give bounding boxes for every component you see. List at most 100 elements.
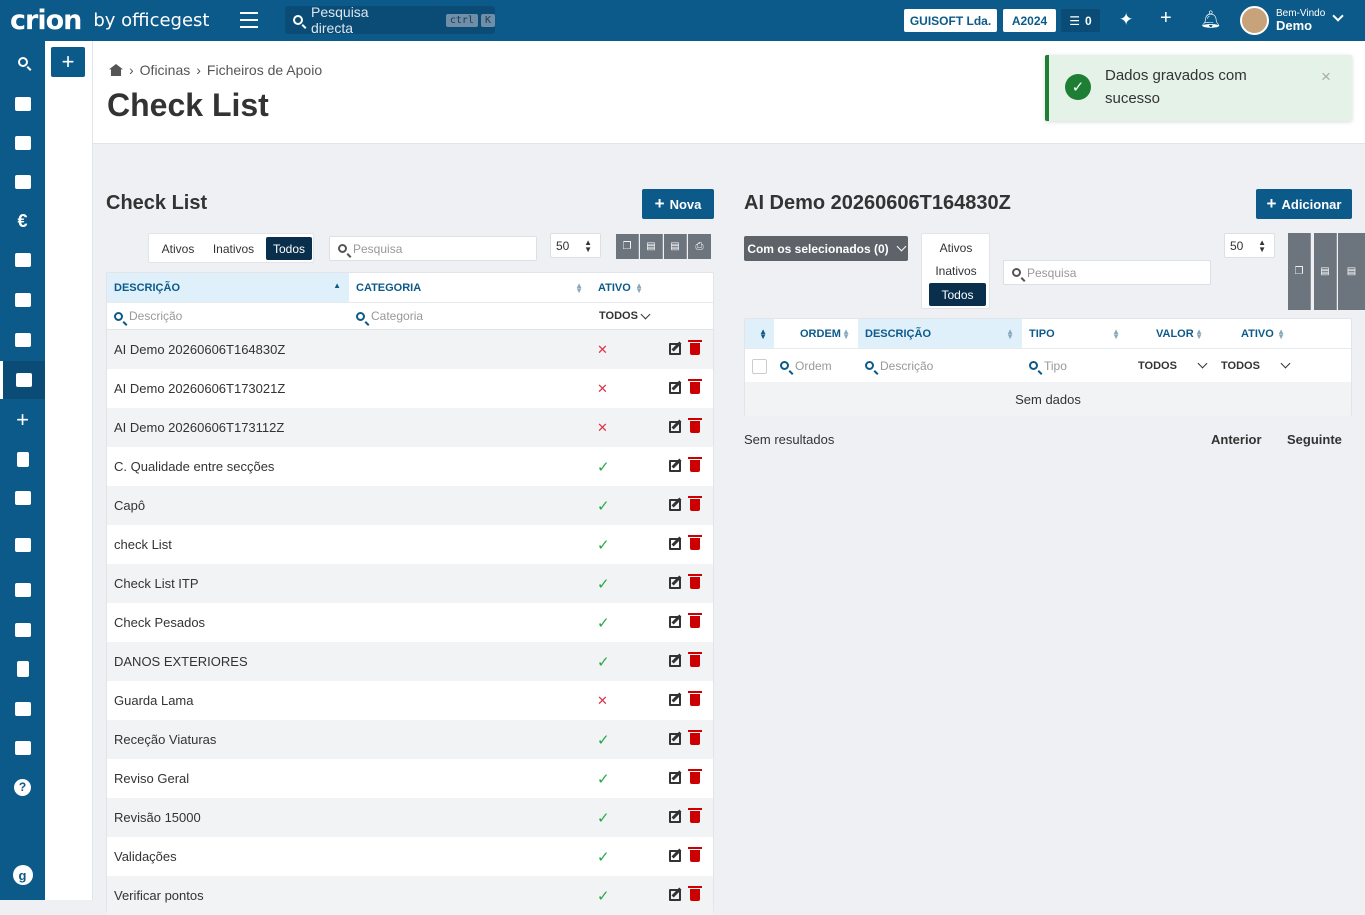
user-menu[interactable]: Bem-Vindo Demo <box>1276 8 1325 32</box>
select-all-checkbox[interactable] <box>752 359 767 374</box>
filter-type-input[interactable]: Tipo <box>1022 349 1128 382</box>
copy-button[interactable]: ❐ <box>616 234 639 259</box>
sidebar-files[interactable] <box>0 650 45 688</box>
avatar[interactable] <box>1240 6 1269 35</box>
detail-filter-all[interactable]: Todos <box>929 283 986 306</box>
trash-icon[interactable] <box>688 379 702 394</box>
year-button[interactable]: A2024 <box>1003 9 1056 32</box>
sidebar-reports[interactable] <box>0 611 45 649</box>
trash-icon[interactable] <box>688 886 702 901</box>
sidebar-brand[interactable]: g <box>0 856 45 894</box>
sidebar-search[interactable] <box>0 43 45 81</box>
right-search-input[interactable]: Pesquisa <box>1003 260 1211 285</box>
filter-category-input[interactable]: Categoria <box>349 303 591 330</box>
edit-icon[interactable] <box>669 499 681 511</box>
bell-icon[interactable]: 🔔︎ <box>1200 11 1222 29</box>
ai-sparkle-icon[interactable]: ✦ <box>1119 11 1133 29</box>
edit-icon[interactable] <box>669 850 681 862</box>
edit-icon[interactable] <box>669 772 681 784</box>
sidebar-calculator[interactable] <box>0 440 45 478</box>
left-search-input[interactable]: Pesquisa <box>329 236 537 261</box>
bulk-action-dropdown[interactable]: Com os selecionados (0) <box>744 236 908 261</box>
edit-icon[interactable] <box>669 343 681 355</box>
edit-icon[interactable] <box>669 811 681 823</box>
trash-icon[interactable] <box>688 340 702 355</box>
sidebar-structure[interactable] <box>0 526 45 564</box>
table-row[interactable]: C. Qualidade entre secções ✓ <box>107 447 713 486</box>
col-order[interactable]: ORDEM ▲ ▼ <box>774 319 858 349</box>
logo[interactable]: crion by officegest <box>10 5 209 36</box>
table-row[interactable]: AI Demo 20260606T173021Z ✕ <box>107 369 713 408</box>
detail-excel-button[interactable]: ▤ <box>1314 233 1337 310</box>
edit-icon[interactable] <box>669 382 681 394</box>
filter-detail-active-select[interactable]: TODOS <box>1211 349 1293 382</box>
table-row[interactable]: DANOS EXTERIORES ✓ <box>107 642 713 681</box>
trash-icon[interactable] <box>688 574 702 589</box>
sidebar-add[interactable]: + <box>0 401 45 439</box>
table-row[interactable]: Check List ITP ✓ <box>107 564 713 603</box>
new-button[interactable]: + Nova <box>642 189 714 219</box>
sidebar-payments[interactable] <box>0 281 45 319</box>
sidebar-finance[interactable]: € <box>0 202 45 240</box>
sidebar-purchases[interactable] <box>0 241 45 279</box>
table-row[interactable]: Validações ✓ <box>107 837 713 876</box>
table-row[interactable]: Receção Viaturas ✓ <box>107 720 713 759</box>
filter-inactive[interactable]: Inativos <box>205 237 262 260</box>
global-search-input[interactable]: Pesquisa directa ctrl K <box>285 4 495 36</box>
table-row[interactable]: Revisão 15000 ✓ <box>107 798 713 837</box>
filter-detail-description-input[interactable]: Descrição <box>858 349 1022 382</box>
trash-icon[interactable] <box>688 613 702 628</box>
right-page-size-select[interactable]: 50 ▲ ▼ <box>1224 233 1275 258</box>
chevron-down-icon[interactable] <box>1332 10 1344 22</box>
breadcrumb-item[interactable]: Ficheiros de Apoio <box>207 62 322 78</box>
detail-filter-active[interactable]: Ativos <box>926 237 986 259</box>
filter-value-select[interactable]: TODOS <box>1128 349 1211 382</box>
col-type[interactable]: TIPO ▲ ▼ <box>1022 319 1128 349</box>
col-description[interactable]: DESCRIÇÃO ▲ <box>107 273 349 303</box>
sidebar-fleet[interactable] <box>0 321 45 359</box>
table-row[interactable]: Guarda Lama ✕ <box>107 681 713 720</box>
filter-active[interactable]: Ativos <box>153 237 203 260</box>
col-detail-description[interactable]: DESCRIÇÃO ▲ ▼ <box>858 319 1022 349</box>
col-active[interactable]: ATIVO ▲ ▼ <box>591 273 651 303</box>
sidebar-bank[interactable] <box>0 571 45 609</box>
sidebar-settings[interactable] <box>0 729 45 767</box>
detail-filter-inactive[interactable]: Inativos <box>926 260 986 282</box>
trash-icon[interactable] <box>688 769 702 784</box>
breadcrumb-item[interactable]: Oficinas <box>140 62 191 78</box>
table-row[interactable]: Check Pesados ✓ <box>107 603 713 642</box>
trash-icon[interactable] <box>688 730 702 745</box>
edit-icon[interactable] <box>669 655 681 667</box>
sidebar-boxes[interactable] <box>0 479 45 517</box>
menu-toggle-icon[interactable] <box>240 12 258 28</box>
table-row[interactable]: Capô ✓ <box>107 486 713 525</box>
pdf-button[interactable]: ▤ <box>664 234 687 259</box>
edit-icon[interactable] <box>669 421 681 433</box>
edit-icon[interactable] <box>669 616 681 628</box>
filter-all[interactable]: Todos <box>266 237 312 260</box>
add-button[interactable]: + Adicionar <box>1256 189 1352 219</box>
edit-icon[interactable] <box>669 889 681 901</box>
add-icon[interactable]: + <box>1160 8 1172 28</box>
col-value[interactable]: VALOR ▲ ▼ <box>1128 319 1211 349</box>
filter-active-select[interactable]: TODOS <box>591 303 713 330</box>
company-button[interactable]: GUISOFT Lda. <box>904 9 997 32</box>
detail-copy-button[interactable]: ❐ <box>1288 233 1311 310</box>
table-row[interactable]: Verificar pontos ✓ <box>107 876 713 915</box>
trash-icon[interactable] <box>688 535 702 550</box>
tasks-button[interactable]: ☰ 0 <box>1061 9 1100 32</box>
left-page-size-select[interactable]: 50 ▲ ▼ <box>550 233 601 258</box>
trash-icon[interactable] <box>688 652 702 667</box>
filter-description-input[interactable]: Descrição <box>107 303 349 330</box>
edit-icon[interactable] <box>669 577 681 589</box>
trash-icon[interactable] <box>688 691 702 706</box>
sidebar-workshops[interactable] <box>0 361 45 399</box>
excel-button[interactable]: ▤ <box>640 234 663 259</box>
sidebar-help[interactable]: ? <box>0 768 45 806</box>
trash-icon[interactable] <box>688 847 702 862</box>
sidebar-documents[interactable] <box>0 124 45 162</box>
table-row[interactable]: AI Demo 20260606T173112Z ✕ <box>107 408 713 447</box>
trash-icon[interactable] <box>688 457 702 472</box>
trash-icon[interactable] <box>688 808 702 823</box>
prev-page-button[interactable]: Anterior <box>1211 432 1262 447</box>
